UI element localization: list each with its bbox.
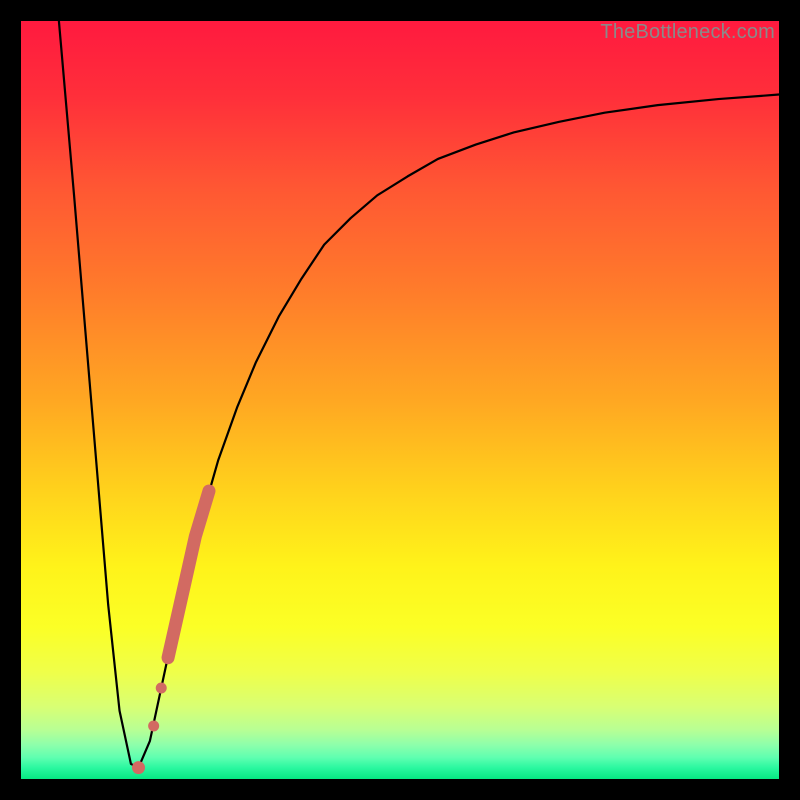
marker-dot — [132, 761, 145, 774]
marker-dot — [148, 720, 159, 731]
plot-area: TheBottleneck.com — [21, 21, 779, 779]
chart-frame: TheBottleneck.com — [0, 0, 800, 800]
gradient-bg — [21, 21, 779, 779]
chart-svg — [21, 21, 779, 779]
marker-dot — [156, 683, 167, 694]
watermark-text: TheBottleneck.com — [600, 21, 775, 44]
